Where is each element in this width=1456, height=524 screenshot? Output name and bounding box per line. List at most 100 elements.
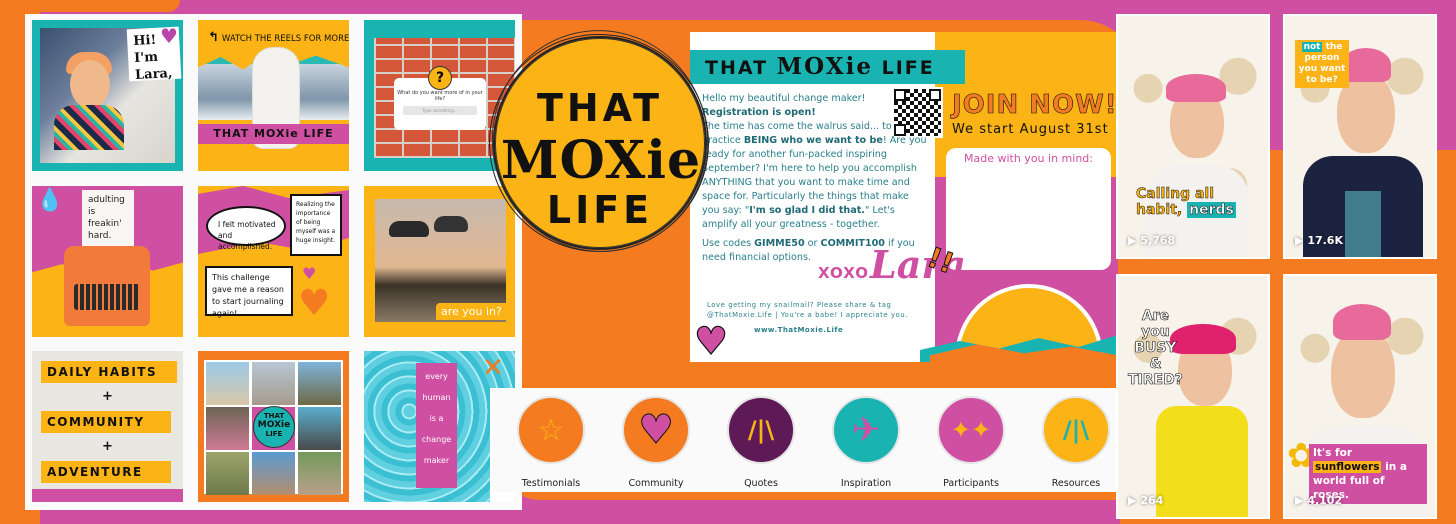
person-body [1156,406,1248,517]
logo-that: THAT [536,86,664,130]
collage-photo [252,362,295,405]
views: 5,768 [1140,234,1176,247]
reel-sunflowers[interactable]: ✿ It's for sunflowers in a world full of… [1283,274,1437,519]
watch-reels-text: WATCH THE REELS FOR MORE [221,34,349,44]
caption-line: It's for [1313,447,1353,459]
grid-post-hi-lara[interactable]: Hi! I'm Lara, ♥ [32,20,183,171]
typewriter-paper: adulting is freakin' hard. [82,190,134,248]
grid-post-are-you-in[interactable]: are you in? [364,186,515,337]
photo-collage: THAT MOXie LIFE [204,360,343,495]
watch-reels-label: ↰ WATCH THE REELS FOR MORE [208,30,349,45]
play-icon: ▶ [1295,494,1304,507]
logo-life: LIFE [546,188,654,232]
banner-life: LIFE [872,57,935,79]
collage-photo [206,362,249,405]
paper-line: adulting [88,195,125,205]
join-now-heading: JOIN NOW! [952,90,1118,121]
story-highlights: ☆ Testimonials ♥ Community /|\ Quotes ✈ … [492,388,1129,492]
quote-line: is a [429,414,444,423]
person-hair [1333,304,1391,340]
highlight-participants[interactable]: ✦✦ Participants [926,396,1016,489]
caption-line: & [1149,356,1162,373]
website-link[interactable]: www.ThatMoxie.Life [754,326,843,334]
heart-icon: ♥ [160,24,178,48]
pink-bar [32,489,183,502]
grid-post-testimonials[interactable]: I felt motivated and accomplished. Reali… [198,186,349,337]
change-maker-box: every human is a change maker [416,363,457,488]
caption-line: habit, [1136,202,1188,219]
play-icon: ▶ [1128,234,1137,247]
quote-line: every [425,372,448,381]
view-count: ▶ 4,102 [1295,494,1342,507]
sparkle-icon: ✦✦ [937,396,1005,464]
grid-post-watch-reels[interactable]: ↰ WATCH THE REELS FOR MORE THAT MOXie LIF… [198,20,349,171]
plus-sign: + [102,389,113,404]
highlight-label: Inspiration [840,478,892,489]
logo-line: MOXie [257,420,291,430]
highlight-quotes[interactable]: /|\ Quotes [716,396,806,489]
moxie-band: THAT MOXie LIFE [198,124,349,144]
collage-photo [252,452,295,495]
paper-line: hard. [88,231,112,241]
reel-caption: Are you BUSY & TIRED? [1128,308,1183,389]
adventure-label: ADVENTURE [41,461,171,483]
speech-bubble: Realizing the importance of being myself… [290,194,342,256]
caption-line: Are [1141,308,1170,325]
caption-line: BUSY [1134,340,1177,357]
face-shape [70,60,110,108]
collage-photo [298,362,341,405]
collage-photo [298,407,341,450]
body-bold: I'm so glad I did that. [749,205,865,216]
caption-highlight: nerds [1187,202,1236,218]
plus-sign: + [102,439,113,454]
question-mark-icon: ? [428,66,452,90]
start-date: We start August 31st [952,122,1109,137]
paper-line: is [88,207,96,217]
cross-icon: ✕ [482,353,504,383]
shirt-shape [54,105,124,150]
grid-post-adulting[interactable]: 💧 adulting is freakin' hard. [32,186,183,337]
typewriter-keys [74,284,140,310]
made-with-you-box: Made with you in mind: [946,148,1111,270]
logo-moxie: MOXie [500,130,702,191]
highlight-community[interactable]: ♥ Community [611,396,701,489]
person-shirt [1345,191,1381,257]
logo-line: LIFE [265,430,283,438]
banner-moxie: MOXie [776,53,873,80]
burst-icon: /|\ [727,396,795,464]
heart-icon: ♥ [298,283,331,324]
view-count: ▶ 5,768 [1128,234,1175,247]
reel-calling-nerds[interactable]: Calling all habit, nerds ▶ 5,768 [1116,14,1270,259]
registration-open: Registration is open! [702,107,816,118]
highlight-testimonials[interactable]: ☆ Testimonials [506,396,596,489]
play-icon: ▶ [1295,234,1304,247]
codes-text: or [804,238,821,249]
caption-highlight: sunflowers [1313,461,1382,473]
reel-not-the-person[interactable]: not the person you want to be? ▶ 17.6K [1283,14,1437,259]
highlight-label: Quotes [744,478,778,489]
highlight-resources[interactable]: /|\ Resources [1031,396,1121,489]
paper-line: freakin' [88,219,122,229]
heart-icon: ♥ [302,264,317,283]
grid-post-habits[interactable]: DAILY HABITS + COMMUNITY + ADVENTURE [32,351,183,502]
highlight-inspiration[interactable]: ✈ Inspiration [821,396,911,489]
sneaker-image [389,221,429,237]
question-text: What do you want more of in your life? [397,90,483,102]
reel-busy-tired[interactable]: Are you BUSY & TIRED? ▶ 264 [1116,274,1270,519]
registration-postcard: THAT MOXie LIFE Hello my beautiful chang… [690,32,1118,362]
quote-line: maker [423,456,450,465]
star-icon: ☆ [517,396,585,464]
grid-post-collage[interactable]: THAT MOXie LIFE [198,351,349,502]
paper-plane-icon: ✈ [832,396,900,464]
codes-text: Use codes [702,238,755,249]
xoxo-text: XOXO [818,264,870,282]
snailmail-note: Love getting my snailmail? Please share … [707,301,909,319]
greeting: Hello my beautiful change maker! [702,93,866,104]
views: 17.6K [1307,234,1343,247]
caption-line: Calling all [1136,186,1215,203]
code-gimme50: GIMME50 [754,238,805,249]
instagram-grid: Hi! I'm Lara, ♥ ↰ WATCH THE REELS FOR MOR… [25,14,522,510]
body-bold: BEING who we want to be [743,135,883,146]
collage-logo: THAT MOXie LIFE [253,406,295,448]
heart-icon: ♥ [622,396,690,464]
